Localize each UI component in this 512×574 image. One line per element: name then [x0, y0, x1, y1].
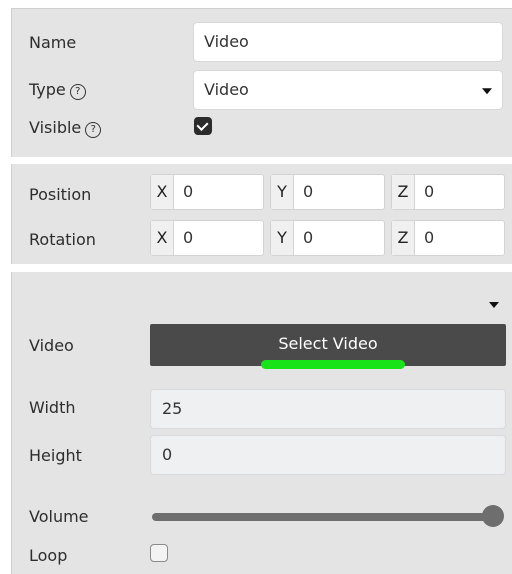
- visible-label-text: Visible: [29, 118, 82, 137]
- highlight-underline: [261, 360, 405, 369]
- volume-label: Volume: [29, 507, 89, 526]
- position-x-input[interactable]: X 0: [150, 174, 264, 210]
- rotation-x-value: 0: [183, 228, 194, 247]
- loop-checkbox[interactable]: [150, 544, 168, 562]
- type-select[interactable]: Video: [193, 70, 503, 110]
- position-z-input[interactable]: Z 0: [391, 174, 505, 210]
- volume-slider-thumb[interactable]: [482, 505, 504, 527]
- type-label-text: Type: [29, 80, 66, 99]
- axis-x-label: X: [151, 175, 174, 209]
- position-label: Position: [29, 185, 92, 204]
- position-y-input[interactable]: Y 0: [270, 174, 385, 210]
- position-z-value: 0: [424, 182, 435, 201]
- type-label: Type?: [29, 80, 86, 100]
- help-icon[interactable]: ?: [85, 122, 102, 138]
- collapse-caret-icon[interactable]: [489, 302, 499, 308]
- axis-z-label: Z: [392, 175, 415, 209]
- rotation-y-input[interactable]: Y 0: [270, 220, 385, 256]
- properties-inspector: Name Video Type? Video Visible? Position…: [0, 0, 512, 574]
- rotation-z-input[interactable]: Z 0: [391, 220, 505, 256]
- height-input[interactable]: 0: [150, 435, 506, 475]
- dropdown-caret-icon: [482, 88, 492, 95]
- loop-label: Loop: [29, 546, 68, 565]
- position-x-value: 0: [183, 182, 194, 201]
- volume-slider-track[interactable]: [152, 513, 498, 521]
- height-label: Height: [29, 446, 82, 465]
- help-icon[interactable]: ?: [69, 84, 86, 100]
- rotation-y-value: 0: [303, 228, 314, 247]
- rotation-label: Rotation: [29, 230, 96, 249]
- axis-z-label: Z: [392, 221, 415, 255]
- video-label: Video: [29, 336, 74, 355]
- axis-x-label: X: [151, 221, 174, 255]
- axis-y-label: Y: [271, 221, 294, 255]
- top-edge: [0, 0, 512, 8]
- width-input[interactable]: 25: [150, 389, 506, 429]
- name-input[interactable]: Video: [193, 22, 503, 62]
- type-value: Video: [204, 80, 249, 99]
- name-label: Name: [29, 33, 77, 52]
- visible-checkbox[interactable]: [194, 117, 212, 135]
- visible-label: Visible?: [29, 118, 102, 138]
- rotation-x-input[interactable]: X 0: [150, 220, 264, 256]
- position-y-value: 0: [303, 182, 314, 201]
- axis-y-label: Y: [271, 175, 294, 209]
- name-value: Video: [204, 32, 249, 51]
- width-label: Width: [29, 398, 76, 417]
- rotation-z-value: 0: [424, 228, 435, 247]
